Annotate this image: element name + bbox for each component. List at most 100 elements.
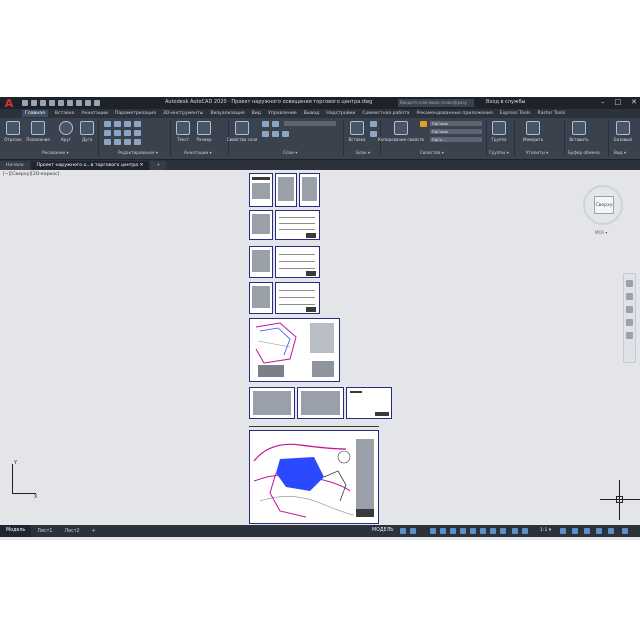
layout1-tab[interactable]: Лист1 (31, 529, 58, 534)
showmotion-icon[interactable] (626, 332, 633, 339)
new-icon[interactable] (22, 100, 28, 106)
autocad-logo-icon[interactable]: A (0, 97, 18, 110)
match-properties-button[interactable]: Копирование свойств (378, 121, 424, 142)
ribbon-tab[interactable]: Параметризация (115, 111, 156, 116)
layer-isolate-icon[interactable] (262, 131, 269, 137)
maximize-button[interactable]: □ (615, 98, 622, 106)
web-mobile-icon[interactable] (58, 100, 64, 106)
share-icon[interactable] (94, 100, 100, 106)
annotation-visibility-icon[interactable] (522, 528, 528, 534)
isodraft-icon[interactable] (450, 528, 456, 534)
transparency-icon[interactable] (490, 528, 496, 534)
paste-button[interactable]: Вставить (568, 121, 590, 142)
polar-icon[interactable] (440, 528, 446, 534)
drawing-tab[interactable]: Проект наружного о...в торгового центра … (30, 161, 150, 170)
new-tab-button[interactable]: + (150, 161, 167, 170)
line-tool-button[interactable]: Отрезок (2, 121, 24, 142)
layer-freeze-icon[interactable] (272, 121, 279, 127)
scale-icon[interactable] (114, 139, 121, 145)
customization-menu-icon[interactable] (622, 528, 628, 534)
rotate-icon[interactable] (114, 121, 121, 127)
isolate-objects-icon[interactable] (584, 528, 590, 534)
layer-on-icon[interactable] (262, 121, 269, 127)
search-input[interactable]: Введите ключевое слово/фразу (398, 99, 474, 107)
draw-panel-title[interactable]: Рисование ▾ (42, 150, 69, 155)
hardware-acceleration-icon[interactable] (596, 528, 602, 534)
orbit-icon[interactable] (626, 319, 633, 326)
properties-panel-title[interactable]: Свойства ▾ (420, 150, 444, 155)
offset-icon[interactable] (134, 139, 141, 145)
ortho-icon[interactable] (430, 528, 436, 534)
lineweight-icon[interactable] (480, 528, 486, 534)
modify-panel-title[interactable]: Редактирование ▾ (118, 150, 158, 155)
print-icon[interactable] (67, 100, 73, 106)
measure-button[interactable]: Измерить (520, 121, 546, 142)
ribbon-tab[interactable]: Визуализация (210, 111, 244, 116)
model-space-toggle[interactable]: МОДЕЛЬ (372, 528, 394, 533)
clean-screen-icon[interactable] (608, 528, 614, 534)
trim-icon[interactable] (124, 121, 131, 127)
close-button[interactable]: ✕ (631, 98, 637, 106)
groups-panel-title[interactable]: Группы ▾ (489, 150, 509, 155)
ribbon-tab[interactable]: Express Tools (500, 111, 531, 116)
close-tab-icon[interactable]: ✕ (140, 163, 144, 168)
mirror-icon[interactable] (114, 130, 121, 136)
dimension-tool-button[interactable]: Размер (193, 121, 215, 142)
lineweight-dropdown[interactable]: ПоСлою (430, 129, 482, 134)
start-tab[interactable]: Начало (0, 161, 30, 170)
zoom-icon[interactable] (626, 306, 633, 313)
model-tab[interactable]: Модель (0, 525, 32, 537)
ribbon-tab[interactable]: Raster Tools (538, 111, 566, 116)
erase-icon[interactable] (134, 121, 141, 127)
ribbon-tab[interactable]: Главная (22, 110, 48, 117)
annotation-scale-icon[interactable] (512, 528, 518, 534)
minimize-button[interactable]: – (601, 98, 605, 106)
viewcube-top-face[interactable]: Сверху (594, 196, 614, 214)
circle-tool-button[interactable]: Круг (55, 121, 77, 142)
layer-dropdown[interactable] (284, 121, 336, 126)
ribbon-tab[interactable]: Аннотации (81, 111, 108, 116)
edit-block-icon[interactable] (370, 131, 377, 137)
create-block-icon[interactable] (370, 121, 377, 127)
polyline-tool-button[interactable]: Полилиния (26, 121, 50, 142)
drawing-canvas[interactable]: [−][Сверху][2D-каркас] Сверху МСК ▾ Y X (0, 170, 640, 525)
object-snap-tracking-icon[interactable] (460, 528, 466, 534)
pan-icon[interactable] (626, 293, 633, 300)
wcs-menu[interactable]: МСК ▾ (595, 230, 607, 235)
ribbon-tab[interactable]: Управление (268, 111, 297, 116)
grid-icon[interactable] (400, 528, 406, 534)
workspace-gear-icon[interactable] (560, 528, 566, 534)
explode-icon[interactable] (134, 130, 141, 136)
selection-cycling-icon[interactable] (500, 528, 506, 534)
block-panel-title[interactable]: Блок ▾ (356, 150, 370, 155)
open-icon[interactable] (31, 100, 37, 106)
linetype-dropdown[interactable]: ПоСл... (430, 137, 482, 142)
insert-block-button[interactable]: Вставка (346, 121, 368, 142)
ribbon-tab[interactable]: Вставка (55, 111, 74, 116)
snap-icon[interactable] (410, 528, 416, 534)
viewcube[interactable]: Сверху МСК ▾ (578, 180, 628, 250)
group-button[interactable]: Группа (488, 121, 510, 142)
undo-icon[interactable] (76, 100, 82, 106)
add-layout-button[interactable]: + (86, 529, 102, 534)
view-panel-title[interactable]: Вид ▾ (614, 150, 626, 155)
object-snap-icon[interactable] (470, 528, 476, 534)
color-dropdown[interactable]: ПоСлою (430, 121, 482, 126)
utilities-panel-title[interactable]: Утилиты ▾ (526, 150, 548, 155)
ribbon-tab[interactable]: 3D-инструменты (163, 111, 204, 116)
layer-lock-icon[interactable] (282, 131, 289, 137)
move-icon[interactable] (104, 121, 111, 127)
annotation-monitor-icon[interactable] (572, 528, 578, 534)
steering-wheel-icon[interactable] (626, 280, 633, 287)
layer-properties-button[interactable]: Свойства слоя (227, 121, 257, 142)
redo-icon[interactable] (85, 100, 91, 106)
text-tool-button[interactable]: Текст (172, 121, 194, 142)
copy-icon[interactable] (104, 130, 111, 136)
ribbon-tab[interactable]: Рекомендованные приложения (417, 111, 493, 116)
layer-match-icon[interactable] (272, 131, 279, 137)
array-icon[interactable] (124, 139, 131, 145)
base-view-button[interactable]: Базовый (612, 121, 634, 142)
clipboard-panel-title[interactable]: Буфер обмена (568, 150, 600, 155)
layout2-tab[interactable]: Лист2 (58, 529, 85, 534)
ribbon-tab[interactable]: Совместная работа (362, 111, 409, 116)
